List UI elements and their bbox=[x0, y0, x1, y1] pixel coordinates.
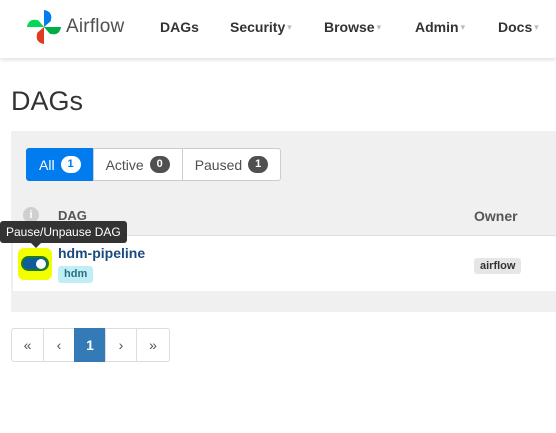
filter-active-count-badge: 0 bbox=[149, 156, 170, 173]
filter-paused-button[interactable]: Paused 1 bbox=[181, 148, 282, 181]
toggle-knob bbox=[36, 259, 46, 269]
filter-active-label: Active bbox=[105, 156, 144, 173]
nav-docs-label: Docs bbox=[498, 19, 533, 35]
nav-dags[interactable]: DAGs bbox=[160, 19, 199, 35]
nav-admin-menu[interactable]: Admin ▾ bbox=[415, 19, 465, 35]
pause-tooltip: Pause/Unpause DAG bbox=[0, 221, 127, 243]
last-page-button[interactable]: » bbox=[136, 328, 170, 362]
top-navbar: Airflow DAGs Security ▾ Browse ▾ Admin ▾ Do… bbox=[0, 0, 556, 58]
next-page-button[interactable]: › bbox=[105, 328, 137, 362]
nav-admin-label: Admin bbox=[415, 19, 459, 35]
nav-browse-menu[interactable]: Browse ▾ bbox=[324, 19, 381, 35]
nav-security-menu[interactable]: Security ▾ bbox=[230, 19, 292, 35]
nav-dags-label: DAGs bbox=[160, 19, 199, 35]
page-title: DAGs bbox=[11, 86, 84, 116]
column-header-owner[interactable]: Owner bbox=[474, 208, 518, 224]
pause-toggle-switch[interactable] bbox=[21, 256, 49, 271]
tooltip-arrow bbox=[31, 243, 41, 248]
filter-paused-label: Paused bbox=[194, 156, 243, 173]
owner-label: airflow bbox=[474, 258, 522, 274]
dag-tag[interactable]: hdm bbox=[58, 266, 94, 283]
filter-paused-count-badge: 1 bbox=[248, 156, 269, 173]
brand-logo-link[interactable]: Airflow bbox=[25, 7, 124, 47]
filter-active-button[interactable]: Active 0 bbox=[92, 148, 183, 181]
caret-down-icon: ▾ bbox=[460, 22, 466, 32]
status-filter-group: All 1 Active 0 Paused 1 bbox=[26, 148, 282, 181]
airflow-pinwheel-icon bbox=[26, 9, 62, 45]
caret-down-icon: ▾ bbox=[376, 22, 382, 32]
nav-docs-menu[interactable]: Docs ▾ bbox=[498, 19, 539, 35]
caret-down-icon: ▾ bbox=[287, 22, 292, 32]
page-1-button[interactable]: 1 bbox=[74, 328, 106, 362]
filter-all-count-badge: 1 bbox=[60, 156, 81, 173]
nav-browse-label: Browse bbox=[324, 19, 375, 35]
prev-page-button[interactable]: ‹ bbox=[43, 328, 75, 362]
table-row: hdm-pipeline hdm airflow bbox=[13, 235, 556, 291]
brand-name: Airflow bbox=[66, 16, 125, 37]
filter-all-button[interactable]: All 1 bbox=[26, 148, 94, 181]
dag-id-link[interactable]: hdm-pipeline bbox=[58, 245, 145, 261]
pagination: « ‹ 1 › » bbox=[11, 328, 170, 362]
filter-all-label: All bbox=[39, 156, 55, 173]
first-page-button[interactable]: « bbox=[11, 328, 44, 362]
nav-security-label: Security bbox=[230, 19, 286, 35]
caret-down-icon: ▾ bbox=[534, 22, 539, 32]
